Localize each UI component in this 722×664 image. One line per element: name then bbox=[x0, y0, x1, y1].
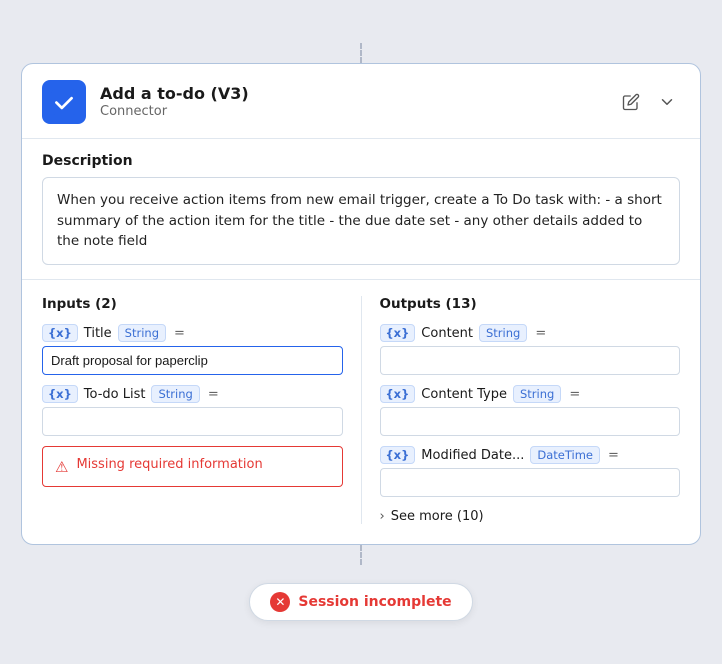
input-field-todolist: {x} To-do List String = bbox=[42, 385, 343, 436]
output-content-value[interactable] bbox=[380, 346, 681, 375]
input-title-badge: {x} bbox=[42, 324, 78, 342]
output-modifieddate-equals: = bbox=[608, 448, 619, 463]
description-section: Description When you receive action item… bbox=[22, 139, 700, 266]
output-content-name: Content bbox=[421, 326, 473, 341]
io-section: Inputs (2) {x} Title String = {x} To-do … bbox=[22, 279, 700, 544]
output-modifieddate-type: DateTime bbox=[530, 446, 600, 464]
session-pill: ✕ Session incomplete bbox=[249, 583, 472, 621]
header-left: Add a to-do (V3) Connector bbox=[42, 80, 249, 124]
output-modifieddate-label-row: {x} Modified Date... DateTime = bbox=[380, 446, 681, 464]
input-title-value[interactable] bbox=[42, 346, 343, 375]
input-title-name: Title bbox=[84, 326, 112, 341]
header-actions bbox=[618, 89, 680, 115]
output-field-contenttype: {x} Content Type String = bbox=[380, 385, 681, 436]
description-text: When you receive action items from new e… bbox=[42, 177, 680, 266]
card-header: Add a to-do (V3) Connector bbox=[22, 64, 700, 139]
card-title: Add a to-do (V3) bbox=[100, 84, 249, 103]
output-modifieddate-name: Modified Date... bbox=[421, 448, 524, 463]
inputs-title: Inputs (2) bbox=[42, 296, 343, 312]
error-warning-icon: ⚠ bbox=[55, 458, 68, 476]
output-contenttype-label-row: {x} Content Type String = bbox=[380, 385, 681, 403]
output-content-equals: = bbox=[535, 326, 546, 341]
session-banner: ✕ Session incomplete bbox=[249, 583, 472, 621]
input-field-title: {x} Title String = bbox=[42, 324, 343, 375]
error-box: ⚠ Missing required information bbox=[42, 446, 343, 487]
outputs-title: Outputs (13) bbox=[380, 296, 681, 312]
expand-button[interactable] bbox=[654, 89, 680, 115]
outputs-column: Outputs (13) {x} Content String = {x} Co… bbox=[362, 296, 681, 524]
output-modifieddate-badge: {x} bbox=[380, 446, 416, 464]
input-todolist-badge: {x} bbox=[42, 385, 78, 403]
description-label: Description bbox=[42, 153, 680, 169]
output-content-type: String bbox=[479, 324, 527, 342]
session-error-icon: ✕ bbox=[270, 592, 290, 612]
header-text: Add a to-do (V3) Connector bbox=[100, 84, 249, 119]
output-contenttype-type: String bbox=[513, 385, 561, 403]
input-title-label-row: {x} Title String = bbox=[42, 324, 343, 342]
session-incomplete-text: Session incomplete bbox=[298, 594, 451, 610]
top-dashed-line bbox=[360, 43, 362, 63]
output-contenttype-value[interactable] bbox=[380, 407, 681, 436]
inputs-column: Inputs (2) {x} Title String = {x} To-do … bbox=[42, 296, 362, 524]
action-card: Add a to-do (V3) Connector Description W… bbox=[21, 63, 701, 546]
output-field-modifieddate: {x} Modified Date... DateTime = bbox=[380, 446, 681, 497]
output-modifieddate-value[interactable] bbox=[380, 468, 681, 497]
chevron-right-icon: › bbox=[380, 509, 385, 524]
output-contenttype-badge: {x} bbox=[380, 385, 416, 403]
output-contenttype-equals: = bbox=[569, 387, 580, 402]
bottom-dashed-line bbox=[360, 545, 362, 565]
card-subtitle: Connector bbox=[100, 104, 249, 119]
see-more-label: See more (10) bbox=[391, 509, 484, 524]
input-todolist-name: To-do List bbox=[84, 387, 146, 402]
input-todolist-value[interactable] bbox=[42, 407, 343, 436]
output-content-badge: {x} bbox=[380, 324, 416, 342]
output-field-content: {x} Content String = bbox=[380, 324, 681, 375]
output-content-label-row: {x} Content String = bbox=[380, 324, 681, 342]
error-message: Missing required information bbox=[76, 457, 262, 472]
input-todolist-label-row: {x} To-do List String = bbox=[42, 385, 343, 403]
see-more-button[interactable]: › See more (10) bbox=[380, 507, 681, 524]
app-icon bbox=[42, 80, 86, 124]
output-contenttype-name: Content Type bbox=[421, 387, 507, 402]
input-todolist-type: String bbox=[151, 385, 199, 403]
edit-button[interactable] bbox=[618, 89, 644, 115]
input-title-type: String bbox=[118, 324, 166, 342]
input-todolist-equals: = bbox=[208, 387, 219, 402]
input-title-equals: = bbox=[174, 326, 185, 341]
